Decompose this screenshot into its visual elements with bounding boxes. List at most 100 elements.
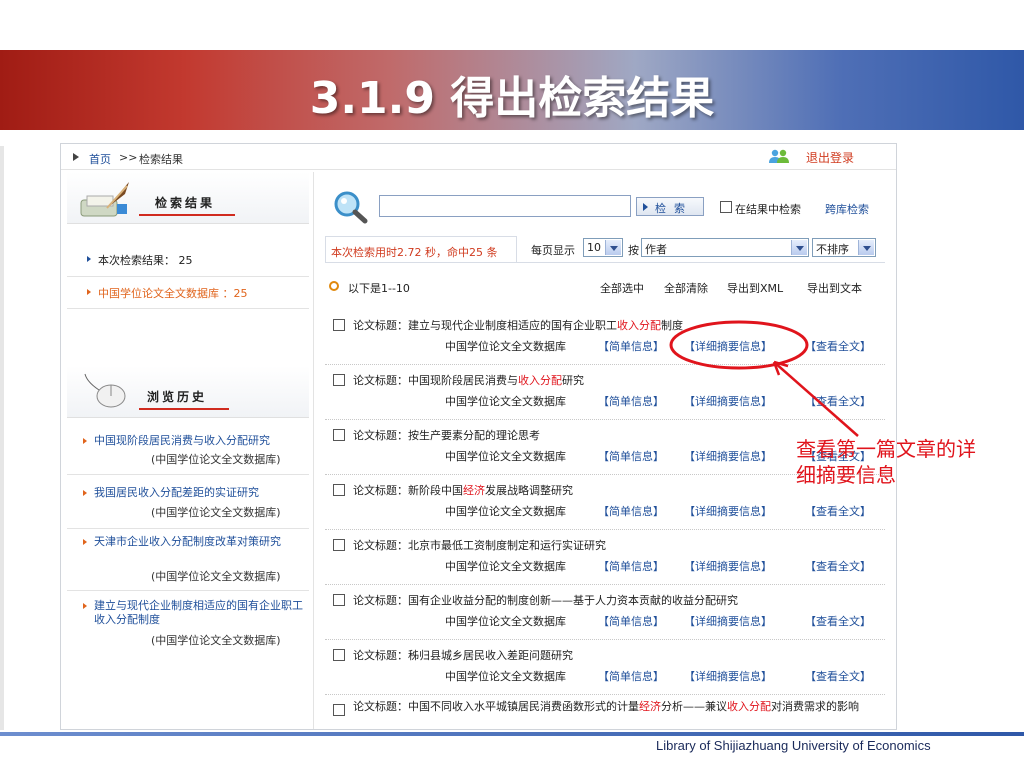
record-title[interactable]: 论文标题：建立与现代企业制度相适应的国有企业职工收入分配制度 — [353, 317, 683, 333]
search-in-results-checkbox[interactable] — [720, 201, 732, 213]
record-title[interactable]: 论文标题：按生产要素分配的理论思考 — [353, 427, 540, 443]
export-xml-link[interactable]: 导出到XML — [727, 280, 783, 296]
simple-info-link[interactable]: 【简单信息】 — [598, 393, 664, 409]
history-section-header: 浏览历史 — [67, 366, 309, 418]
bullet-icon — [83, 603, 87, 609]
record-title[interactable]: 论文标题：国有企业收益分配的制度创新——基于人力资本贡献的收益分配研究 — [353, 592, 738, 608]
simple-info-link[interactable]: 【简单信息】 — [598, 338, 664, 354]
mouse-icon — [84, 373, 126, 408]
history-item-db: (中国学位论文全文数据库) — [151, 634, 281, 647]
panel-divider — [313, 172, 314, 729]
clear-all-link[interactable]: 全部清除 — [664, 280, 708, 296]
full-text-link[interactable]: 【查看全文】 — [805, 338, 871, 354]
record-db: 中国学位论文全文数据库 — [445, 340, 566, 353]
record-checkbox[interactable] — [333, 429, 345, 441]
logout-link[interactable]: 退出登录 — [806, 149, 854, 166]
simple-info-link[interactable]: 【简单信息】 — [598, 558, 664, 574]
record-db: 中国学位论文全文数据库 — [445, 450, 566, 463]
record-checkbox[interactable] — [333, 539, 345, 551]
select-all-link[interactable]: 全部选中 — [600, 280, 644, 296]
detail-abstract-link[interactable]: 【详细摘要信息】 — [684, 393, 772, 409]
simple-info-link[interactable]: 【简单信息】 — [598, 613, 664, 629]
divider — [67, 276, 309, 277]
cross-db-search-link[interactable]: 跨库检索 — [825, 201, 869, 217]
result-range: 以下是1--10 — [348, 282, 410, 295]
divider — [67, 590, 309, 591]
bullet-icon — [83, 490, 87, 496]
record-title[interactable]: 论文标题：秭归县城乡居民收入差距问题研究 — [353, 647, 573, 663]
bullet-icon — [83, 438, 87, 444]
export-text-link[interactable]: 导出到文本 — [807, 280, 862, 296]
record-title[interactable]: 论文标题：中国不同收入水平城镇居民消费函数形式的计量经济分析——兼议收入分配对消… — [328, 699, 888, 714]
full-text-link[interactable]: 【查看全文】 — [805, 613, 871, 629]
search-button[interactable]: 检索 — [636, 197, 704, 216]
detail-abstract-link[interactable]: 【详细摘要信息】 — [684, 558, 772, 574]
annotation-callout: 查看第一篇文章的详细摘要信息 — [796, 437, 976, 487]
record-checkbox[interactable] — [333, 594, 345, 606]
full-text-link[interactable]: 【查看全文】 — [805, 558, 871, 574]
bullet-icon — [83, 539, 87, 545]
history-item-db: (中国学位论文全文数据库) — [151, 570, 281, 583]
per-page-label: 每页显示 — [531, 244, 575, 257]
result-count-label: 本次检索结果： — [98, 254, 175, 267]
breadcrumb: 首页 >> 检索结果 退出登录 — [61, 144, 896, 170]
search-stats-tab: 本次检索用时2.72 秒，命中25 条 — [325, 236, 517, 262]
record-title[interactable]: 论文标题：中国现阶段居民消费与收入分配研究 — [353, 372, 584, 388]
history-item-title[interactable]: 我国居民收入分配差距的实证研究 — [94, 486, 306, 500]
detail-abstract-link[interactable]: 【详细摘要信息】 — [684, 503, 772, 519]
search-input[interactable] — [379, 195, 631, 217]
play-arrow-icon — [643, 203, 648, 211]
result-record: 论文标题：北京市最低工资制度制定和运行实证研究 中国学位论文全文数据库 【简单信… — [325, 530, 885, 585]
range-marker-icon — [329, 281, 339, 291]
divider — [67, 308, 309, 309]
chevron-down-icon[interactable] — [791, 240, 807, 255]
simple-info-link[interactable]: 【简单信息】 — [598, 668, 664, 684]
left-panel: 检索结果 本次检索结果： 25 中国学位论文全文数据库 ：25 浏览历史 中国现… — [67, 172, 309, 729]
sort-order-select[interactable]: 不排序 — [812, 238, 876, 257]
users-icon — [769, 149, 789, 163]
record-title[interactable]: 论文标题：北京市最低工资制度制定和运行实证研究 — [353, 537, 606, 553]
record-title[interactable]: 论文标题：新阶段中国经济发展战略调整研究 — [353, 482, 573, 498]
result-record: 论文标题：秭归县城乡居民收入差距问题研究 中国学位论文全文数据库 【简单信息】 … — [325, 640, 885, 695]
record-checkbox[interactable] — [333, 484, 345, 496]
breadcrumb-separator: >> — [119, 151, 138, 164]
record-checkbox[interactable] — [333, 319, 345, 331]
chevron-down-icon[interactable] — [605, 240, 621, 255]
record-db: 中国学位论文全文数据库 — [445, 670, 566, 683]
full-text-link[interactable]: 【查看全文】 — [805, 393, 871, 409]
history-item-title[interactable]: 天津市企业收入分配制度改革对策研究 — [94, 535, 306, 549]
record-checkbox[interactable] — [333, 649, 345, 661]
record-checkbox[interactable] — [333, 374, 345, 386]
bullet-icon — [87, 256, 91, 262]
search-button-label: 检索 — [655, 202, 693, 215]
bullet-icon — [87, 289, 91, 295]
frame-shadow — [0, 146, 4, 730]
title-banner: 3.1.9 得出检索结果 — [0, 50, 1024, 130]
simple-info-link[interactable]: 【简单信息】 — [598, 503, 664, 519]
record-db: 中国学位论文全文数据库 — [445, 395, 566, 408]
chevron-down-icon[interactable] — [858, 240, 874, 255]
history-item-title[interactable]: 建立与现代企业制度相适应的国有企业职工收入分配制度 — [94, 599, 306, 627]
breadcrumb-home-link[interactable]: 首页 — [89, 151, 111, 167]
search-icon — [334, 191, 368, 224]
db-filter-label[interactable]: 中国学位论文全文数据库 ：25 — [98, 285, 248, 301]
history-item-db: (中国学位论文全文数据库) — [151, 506, 281, 519]
footer-text: Library of Shijiazhuang University of Ec… — [656, 738, 931, 753]
footer-divider — [0, 732, 1024, 736]
detail-abstract-link[interactable]: 【详细摘要信息】 — [684, 448, 772, 464]
detail-abstract-link[interactable]: 【详细摘要信息】 — [684, 338, 772, 354]
breadcrumb-arrow-icon — [73, 153, 79, 161]
result-record: 论文标题：中国不同收入水平城镇居民消费函数形式的计量经济分析——兼议收入分配对消… — [325, 695, 888, 729]
full-text-link[interactable]: 【查看全文】 — [805, 503, 871, 519]
full-text-link[interactable]: 【查看全文】 — [805, 668, 871, 684]
history-item-title[interactable]: 中国现阶段居民消费与收入分配研究 — [94, 434, 306, 448]
detail-abstract-link[interactable]: 【详细摘要信息】 — [684, 668, 772, 684]
breadcrumb-current: 检索结果 — [139, 153, 183, 166]
simple-info-link[interactable]: 【简单信息】 — [598, 448, 664, 464]
detail-abstract-link[interactable]: 【详细摘要信息】 — [684, 613, 772, 629]
per-page-select[interactable]: 10 — [583, 238, 623, 257]
result-record: 论文标题：国有企业收益分配的制度创新——基于人力资本贡献的收益分配研究 中国学位… — [325, 585, 885, 640]
history-title-underline — [139, 408, 229, 410]
divider — [67, 528, 309, 529]
sort-field-select[interactable]: 作者 — [641, 238, 809, 257]
